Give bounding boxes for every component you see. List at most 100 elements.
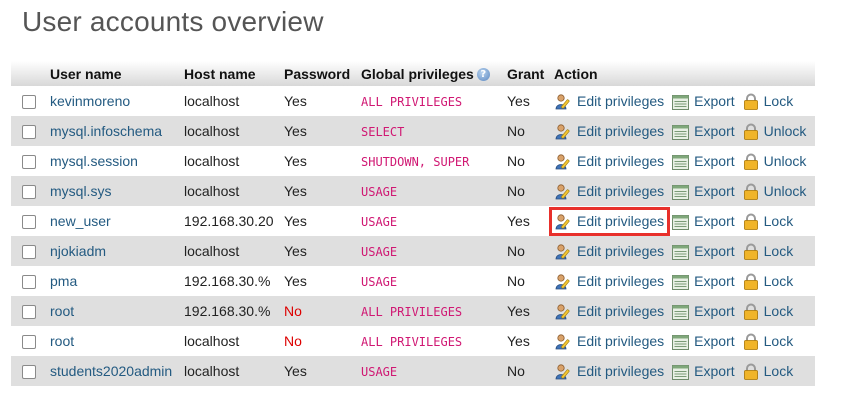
export-link[interactable]: Export (672, 212, 735, 230)
edit-privileges-label: Edit privileges (577, 182, 665, 199)
row-checkbox[interactable] (22, 185, 36, 200)
lock-icon (743, 273, 758, 290)
user-name-link[interactable]: students2020admin (50, 363, 172, 379)
export-label: Export (694, 332, 735, 349)
export-link[interactable]: Export (672, 93, 735, 110)
export-icon (672, 364, 690, 380)
lock-link[interactable]: Lock (743, 362, 794, 380)
row-checkbox[interactable] (22, 245, 36, 260)
host-name-cell: localhost (180, 146, 280, 176)
edit-privileges-link[interactable]: Edit privileges (555, 243, 664, 260)
lock-link[interactable]: Lock (743, 273, 793, 290)
action-cell: Edit privileges Export Lock (550, 296, 815, 326)
export-link[interactable]: Export (672, 153, 735, 170)
user-name-link[interactable]: root (50, 333, 74, 349)
lock-link[interactable]: Lock (743, 243, 793, 260)
export-link[interactable]: Export (672, 183, 735, 200)
export-icon (672, 184, 690, 200)
global-privileges-value: USAGE (361, 245, 398, 259)
export-link[interactable]: Export (672, 243, 735, 260)
edit-privileges-link[interactable]: Edit privileges (548, 206, 671, 236)
table-row: mysql.session localhost Yes SHUTDOWN, SU… (11, 146, 815, 176)
header-global-privileges-label: Global privileges (361, 65, 474, 82)
edit-privileges-link[interactable]: Edit privileges (555, 333, 664, 350)
lock-link[interactable]: Lock (743, 93, 793, 110)
user-name-link[interactable]: pma (50, 273, 77, 289)
row-checkbox-cell (11, 236, 46, 266)
header-checkbox-column (11, 61, 46, 86)
export-icon (672, 94, 690, 110)
grant-cell: No (503, 176, 550, 206)
edit-privileges-icon (555, 94, 570, 110)
user-name-cell: root (46, 296, 180, 326)
export-link[interactable]: Export (672, 332, 735, 350)
edit-privileges-link[interactable]: Edit privileges (555, 363, 664, 380)
export-link[interactable]: Export (672, 122, 735, 140)
global-privileges-cell: USAGE (357, 236, 503, 266)
row-checkbox[interactable] (22, 365, 36, 380)
edit-privileges-link[interactable]: Edit privileges (555, 153, 664, 170)
row-checkbox[interactable] (22, 305, 36, 320)
row-checkbox-cell (11, 176, 46, 206)
user-name-link[interactable]: mysql.sys (50, 183, 111, 199)
export-label: Export (694, 302, 735, 319)
user-name-link[interactable]: new_user (50, 213, 111, 229)
user-name-cell: mysql.sys (46, 176, 180, 206)
header-host-name[interactable]: Host name (180, 61, 280, 86)
edit-privileges-label: Edit privileges (577, 272, 665, 289)
host-name-cell: 192.168.30.% (180, 296, 280, 326)
host-name-cell: 192.168.30.% (180, 266, 280, 296)
grant-cell: No (503, 236, 550, 266)
global-privileges-cell: SELECT (357, 116, 503, 146)
user-name-cell: students2020admin (46, 356, 180, 386)
export-link[interactable]: Export (672, 302, 735, 320)
table-row: students2020admin localhost Yes USAGE No… (11, 356, 815, 386)
export-link[interactable]: Export (672, 363, 735, 380)
row-checkbox[interactable] (22, 215, 36, 230)
row-checkbox[interactable] (22, 275, 36, 290)
export-label: Export (694, 212, 735, 229)
row-checkbox[interactable] (22, 125, 36, 140)
user-name-cell: root (46, 326, 180, 356)
row-checkbox[interactable] (22, 155, 36, 170)
header-grant: Grant (503, 61, 550, 86)
row-checkbox-cell (11, 86, 46, 116)
edit-privileges-link[interactable]: Edit privileges (555, 123, 664, 140)
row-checkbox-cell (11, 296, 46, 326)
header-password[interactable]: Password (280, 61, 357, 86)
edit-privileges-label: Edit privileges (577, 152, 665, 169)
user-name-link[interactable]: kevinmoreno (50, 93, 130, 109)
row-checkbox-cell (11, 266, 46, 296)
table-row: mysql.infoschema localhost Yes SELECT No… (11, 116, 815, 146)
lock-link[interactable]: Lock (743, 212, 794, 230)
user-accounts-table: User name Host name Password Global priv… (11, 61, 815, 386)
lock-label: Lock (763, 362, 794, 379)
password-cell: Yes (280, 176, 357, 206)
edit-privileges-link[interactable]: Edit privileges (555, 93, 664, 110)
password-cell: No (280, 296, 357, 326)
export-link[interactable]: Export (672, 273, 735, 290)
lock-label: Lock (763, 212, 794, 229)
user-name-link[interactable]: root (50, 303, 74, 319)
row-checkbox[interactable] (22, 95, 36, 110)
lock-link[interactable]: Unlock (743, 153, 806, 170)
lock-link[interactable]: Unlock (743, 123, 806, 140)
lock-link[interactable]: Unlock (743, 183, 806, 200)
help-icon[interactable]: ? (476, 68, 490, 82)
lock-link[interactable]: Lock (743, 303, 793, 320)
table-row: pma 192.168.30.% Yes USAGE No Edit privi… (11, 266, 815, 296)
user-name-link[interactable]: mysql.session (50, 153, 138, 169)
edit-privileges-link[interactable]: Edit privileges (555, 303, 664, 320)
user-name-link[interactable]: njokiadm (50, 243, 106, 259)
user-name-cell: kevinmoreno (46, 86, 180, 116)
lock-icon (743, 213, 758, 230)
row-checkbox[interactable] (22, 335, 36, 350)
edit-privileges-label: Edit privileges (577, 92, 665, 109)
edit-privileges-link[interactable]: Edit privileges (555, 183, 664, 200)
user-name-link[interactable]: mysql.infoschema (50, 123, 162, 139)
grant-cell: No (503, 266, 550, 296)
export-label: Export (694, 122, 735, 139)
header-user-name[interactable]: User name (46, 61, 180, 86)
edit-privileges-link[interactable]: Edit privileges (555, 273, 664, 290)
lock-link[interactable]: Lock (743, 333, 793, 350)
